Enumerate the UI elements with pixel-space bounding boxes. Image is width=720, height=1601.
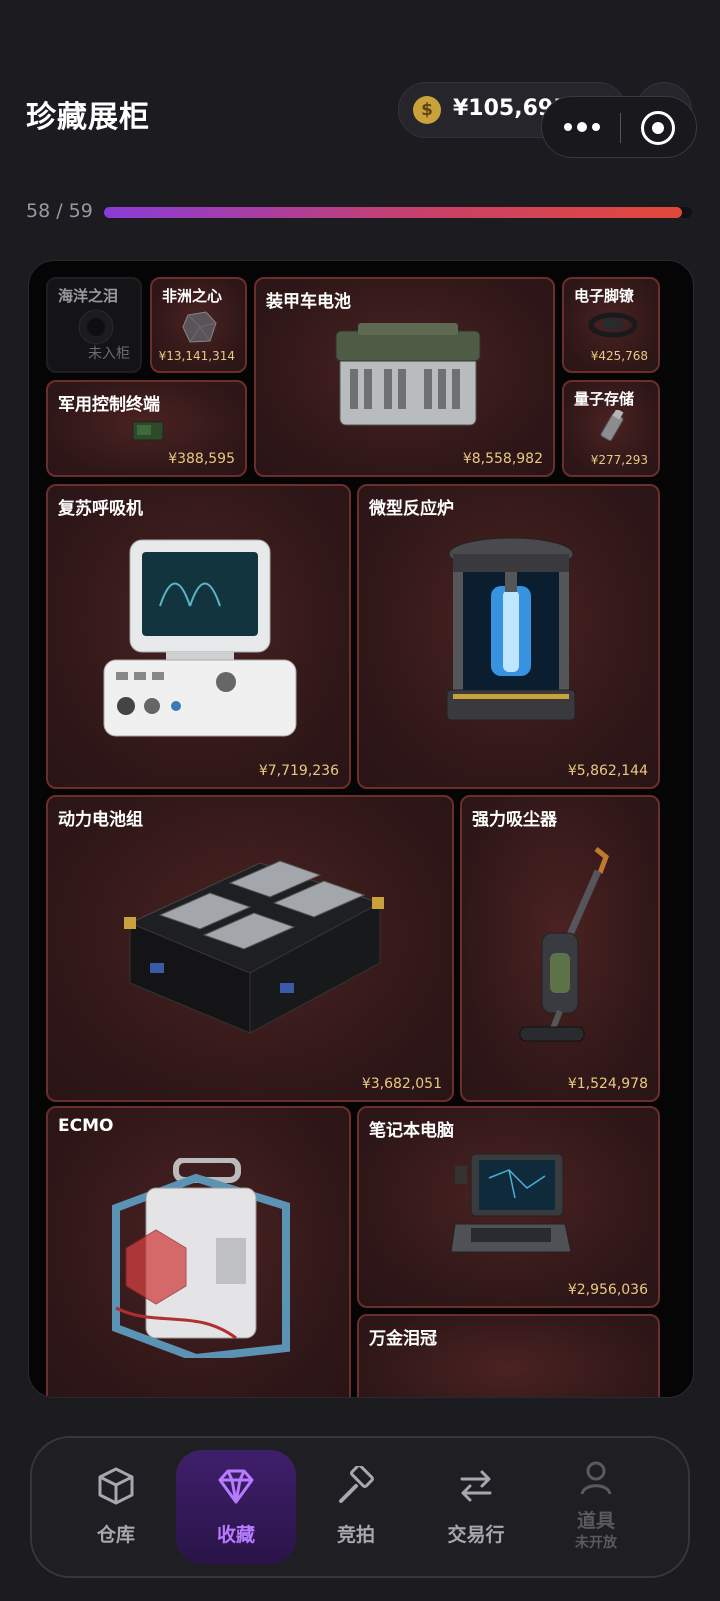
item-name: 海洋之泪 bbox=[58, 287, 119, 305]
display-cabinet: 海洋之泪 未入柜 非洲之心 ¥13,141,314 装甲车电池 ¥8,558,9… bbox=[28, 260, 694, 1398]
close-target-icon[interactable] bbox=[641, 111, 675, 145]
item-name: 量子存储 bbox=[574, 390, 635, 408]
item-price: ¥3,682,051 bbox=[361, 1076, 442, 1092]
item-name: 动力电池组 bbox=[58, 810, 143, 830]
miniprogram-capsule bbox=[541, 96, 697, 158]
cabinet-item[interactable]: ECMO bbox=[46, 1106, 351, 1397]
item-price: ¥7,719,236 bbox=[258, 763, 339, 779]
nav-label: 道具 bbox=[576, 1510, 615, 1532]
nav-tab-market[interactable]: 交易行 bbox=[416, 1450, 536, 1564]
nav-label: 仓库 bbox=[96, 1524, 135, 1546]
item-name: 非洲之心 bbox=[162, 287, 223, 305]
capsule-divider bbox=[620, 113, 621, 143]
nav-sublabel: 未开放 bbox=[575, 1535, 617, 1551]
cabinet-item[interactable]: 动力电池组 ¥3,682,051 bbox=[46, 795, 454, 1102]
cabinet-item[interactable]: 海洋之泪 未入柜 bbox=[46, 277, 142, 373]
progress-fill bbox=[104, 207, 682, 218]
diamond-icon bbox=[218, 1469, 254, 1504]
cabinet-item[interactable]: 万金泪冠 bbox=[357, 1314, 660, 1397]
laptop-icon bbox=[450, 1153, 572, 1253]
coin-icon: $ bbox=[413, 96, 441, 124]
ecmo-machine-icon bbox=[112, 1158, 290, 1358]
item-name: 军用控制终端 bbox=[58, 395, 160, 415]
cabinet-item[interactable]: 笔记本电脑 ¥2,956,036 bbox=[357, 1106, 660, 1308]
cabinet-item[interactable]: 复苏呼吸机 ¥7,719,236 bbox=[46, 484, 351, 789]
more-icon[interactable] bbox=[564, 117, 600, 137]
cabinet-item[interactable]: 微型反应炉 ¥5,862,144 bbox=[357, 484, 660, 789]
nav-tab-warehouse[interactable]: 仓库 bbox=[56, 1450, 176, 1564]
reactor-icon bbox=[446, 537, 576, 721]
collection-progress-bar bbox=[104, 207, 692, 218]
item-status: 未入柜 bbox=[88, 346, 130, 362]
usb-drive-icon bbox=[600, 410, 624, 442]
collection-progress-label: 58 / 59 bbox=[26, 200, 93, 222]
box-icon bbox=[98, 1467, 134, 1505]
nav-label: 竞拍 bbox=[336, 1524, 375, 1546]
item-price: ¥2,956,036 bbox=[567, 1282, 648, 1298]
cabinet-item[interactable]: 非洲之心 ¥13,141,314 bbox=[150, 277, 247, 373]
item-price: ¥425,768 bbox=[590, 349, 648, 363]
terminal-icon bbox=[132, 421, 164, 441]
item-price: ¥8,558,982 bbox=[462, 451, 543, 467]
ankle-monitor-icon bbox=[588, 312, 638, 338]
item-name: 微型反应炉 bbox=[369, 499, 454, 519]
item-name: 强力吸尘器 bbox=[472, 810, 557, 830]
page-title: 珍藏展柜 bbox=[26, 100, 150, 135]
battery-pack-icon bbox=[124, 860, 384, 1034]
gem-icon bbox=[182, 311, 217, 343]
ventilator-icon bbox=[103, 539, 297, 737]
item-name: 电子脚镣 bbox=[574, 287, 635, 305]
item-name: 装甲车电池 bbox=[266, 292, 351, 312]
ocean-tear-icon bbox=[78, 309, 114, 345]
item-name: 笔记本电脑 bbox=[369, 1121, 454, 1141]
cabinet-item[interactable]: 强力吸尘器 ¥1,524,978 bbox=[460, 795, 660, 1102]
item-name: ECMO bbox=[58, 1116, 114, 1136]
gavel-icon bbox=[339, 1466, 374, 1503]
cabinet-item[interactable]: 电子脚镣 ¥425,768 bbox=[562, 277, 660, 373]
cabinet-item[interactable]: 装甲车电池 ¥8,558,982 bbox=[254, 277, 555, 477]
user-icon bbox=[580, 1461, 612, 1495]
item-price: ¥1,524,978 bbox=[567, 1076, 648, 1092]
nav-tab-auction[interactable]: 竞拍 bbox=[296, 1450, 416, 1564]
bottom-nav: 仓库 收藏 竞拍 交易行 道具 未开放 bbox=[30, 1436, 690, 1578]
cabinet-item[interactable]: 军用控制终端 ¥388,595 bbox=[46, 380, 247, 477]
item-price: ¥388,595 bbox=[168, 451, 235, 467]
nav-tab-collection[interactable]: 收藏 bbox=[176, 1450, 296, 1564]
item-name: 万金泪冠 bbox=[369, 1329, 437, 1349]
item-name: 复苏呼吸机 bbox=[58, 499, 143, 519]
nav-label: 收藏 bbox=[216, 1524, 255, 1546]
nav-tab-props[interactable]: 道具 未开放 bbox=[536, 1450, 656, 1564]
item-price: ¥13,141,314 bbox=[158, 349, 235, 363]
cabinet-item[interactable]: 量子存储 ¥277,293 bbox=[562, 380, 660, 477]
battery-box-icon bbox=[335, 323, 481, 426]
nav-label: 交易行 bbox=[447, 1524, 505, 1546]
vacuum-icon bbox=[519, 847, 609, 1042]
item-price: ¥5,862,144 bbox=[567, 763, 648, 779]
swap-icon bbox=[460, 1470, 492, 1502]
item-price: ¥277,293 bbox=[590, 453, 648, 467]
